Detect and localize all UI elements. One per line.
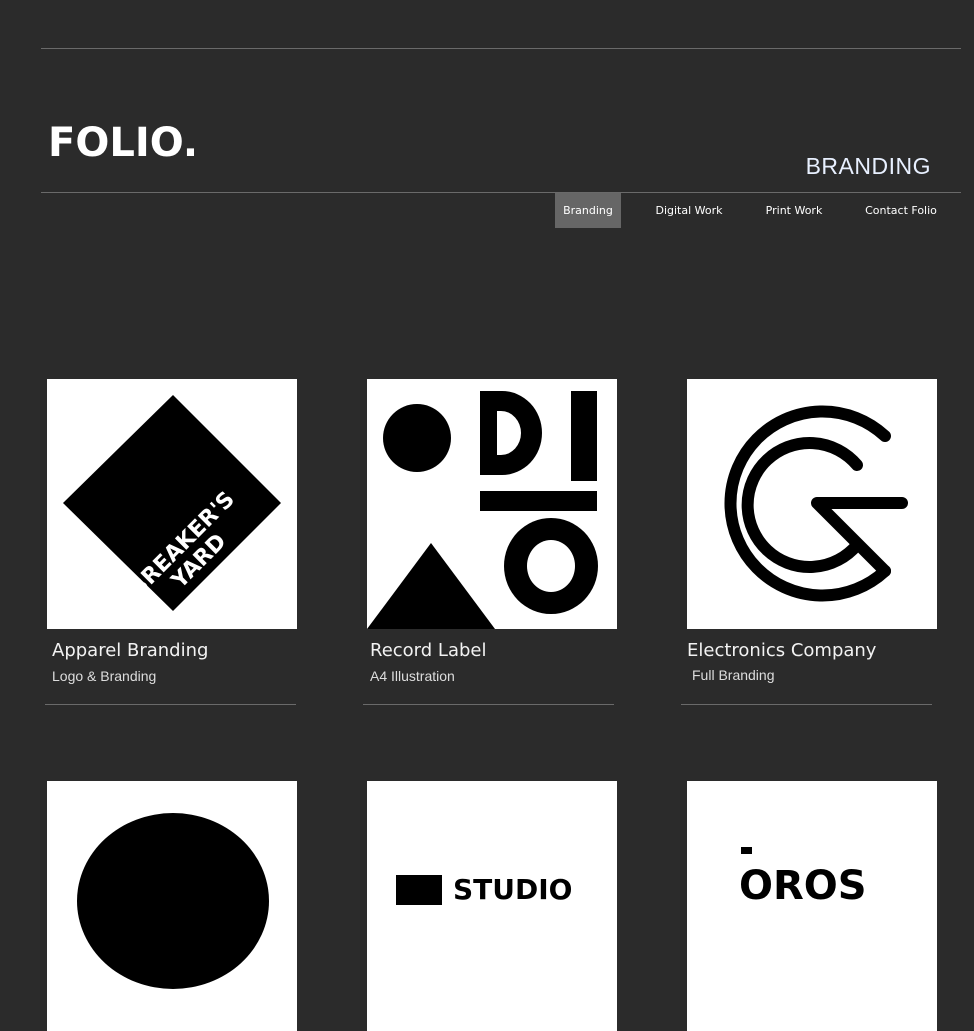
omba-logo [77, 813, 269, 989]
studio-logo: STUDIO [396, 873, 572, 906]
top-divider [41, 48, 961, 49]
section-title: BRANDING [805, 153, 931, 179]
svg-text:STUDIO: STUDIO [453, 873, 572, 906]
project-subtitle: Full Branding [692, 667, 775, 683]
project-thumbnail-5[interactable]: STUDIO [367, 781, 617, 1031]
project-thumbnail-apparel[interactable]: BREAKER'S YARD [47, 379, 297, 629]
project-title[interactable]: Apparel Branding [52, 640, 208, 661]
card-divider [45, 704, 296, 705]
nav-branding[interactable]: Branding [555, 193, 621, 228]
card-divider [681, 704, 932, 705]
project-title[interactable]: Electronics Company [687, 640, 876, 661]
project-thumbnail-electronics[interactable] [687, 379, 937, 629]
nav-print-work[interactable]: Print Work [759, 193, 829, 228]
project-thumbnail-4[interactable] [47, 781, 297, 1031]
project-title[interactable]: Record Label [370, 640, 486, 661]
project-subtitle: Logo & Branding [52, 668, 157, 684]
dio-logo [367, 391, 598, 629]
project-subtitle: A4 Illustration [370, 668, 455, 684]
site-logo[interactable]: FOLIO. [48, 120, 198, 166]
breakers-yard-logo: BREAKER'S YARD [63, 395, 281, 611]
project-thumbnail-6[interactable]: OROS [687, 781, 937, 1031]
g-logo [724, 405, 908, 602]
svg-text:OROS: OROS [739, 863, 867, 909]
project-thumbnail-record-label[interactable] [367, 379, 617, 629]
card-divider [363, 704, 614, 705]
nav-digital-work[interactable]: Digital Work [648, 193, 730, 228]
oros-logo: OROS [739, 847, 867, 909]
nav-contact-folio[interactable]: Contact Folio [858, 193, 944, 228]
